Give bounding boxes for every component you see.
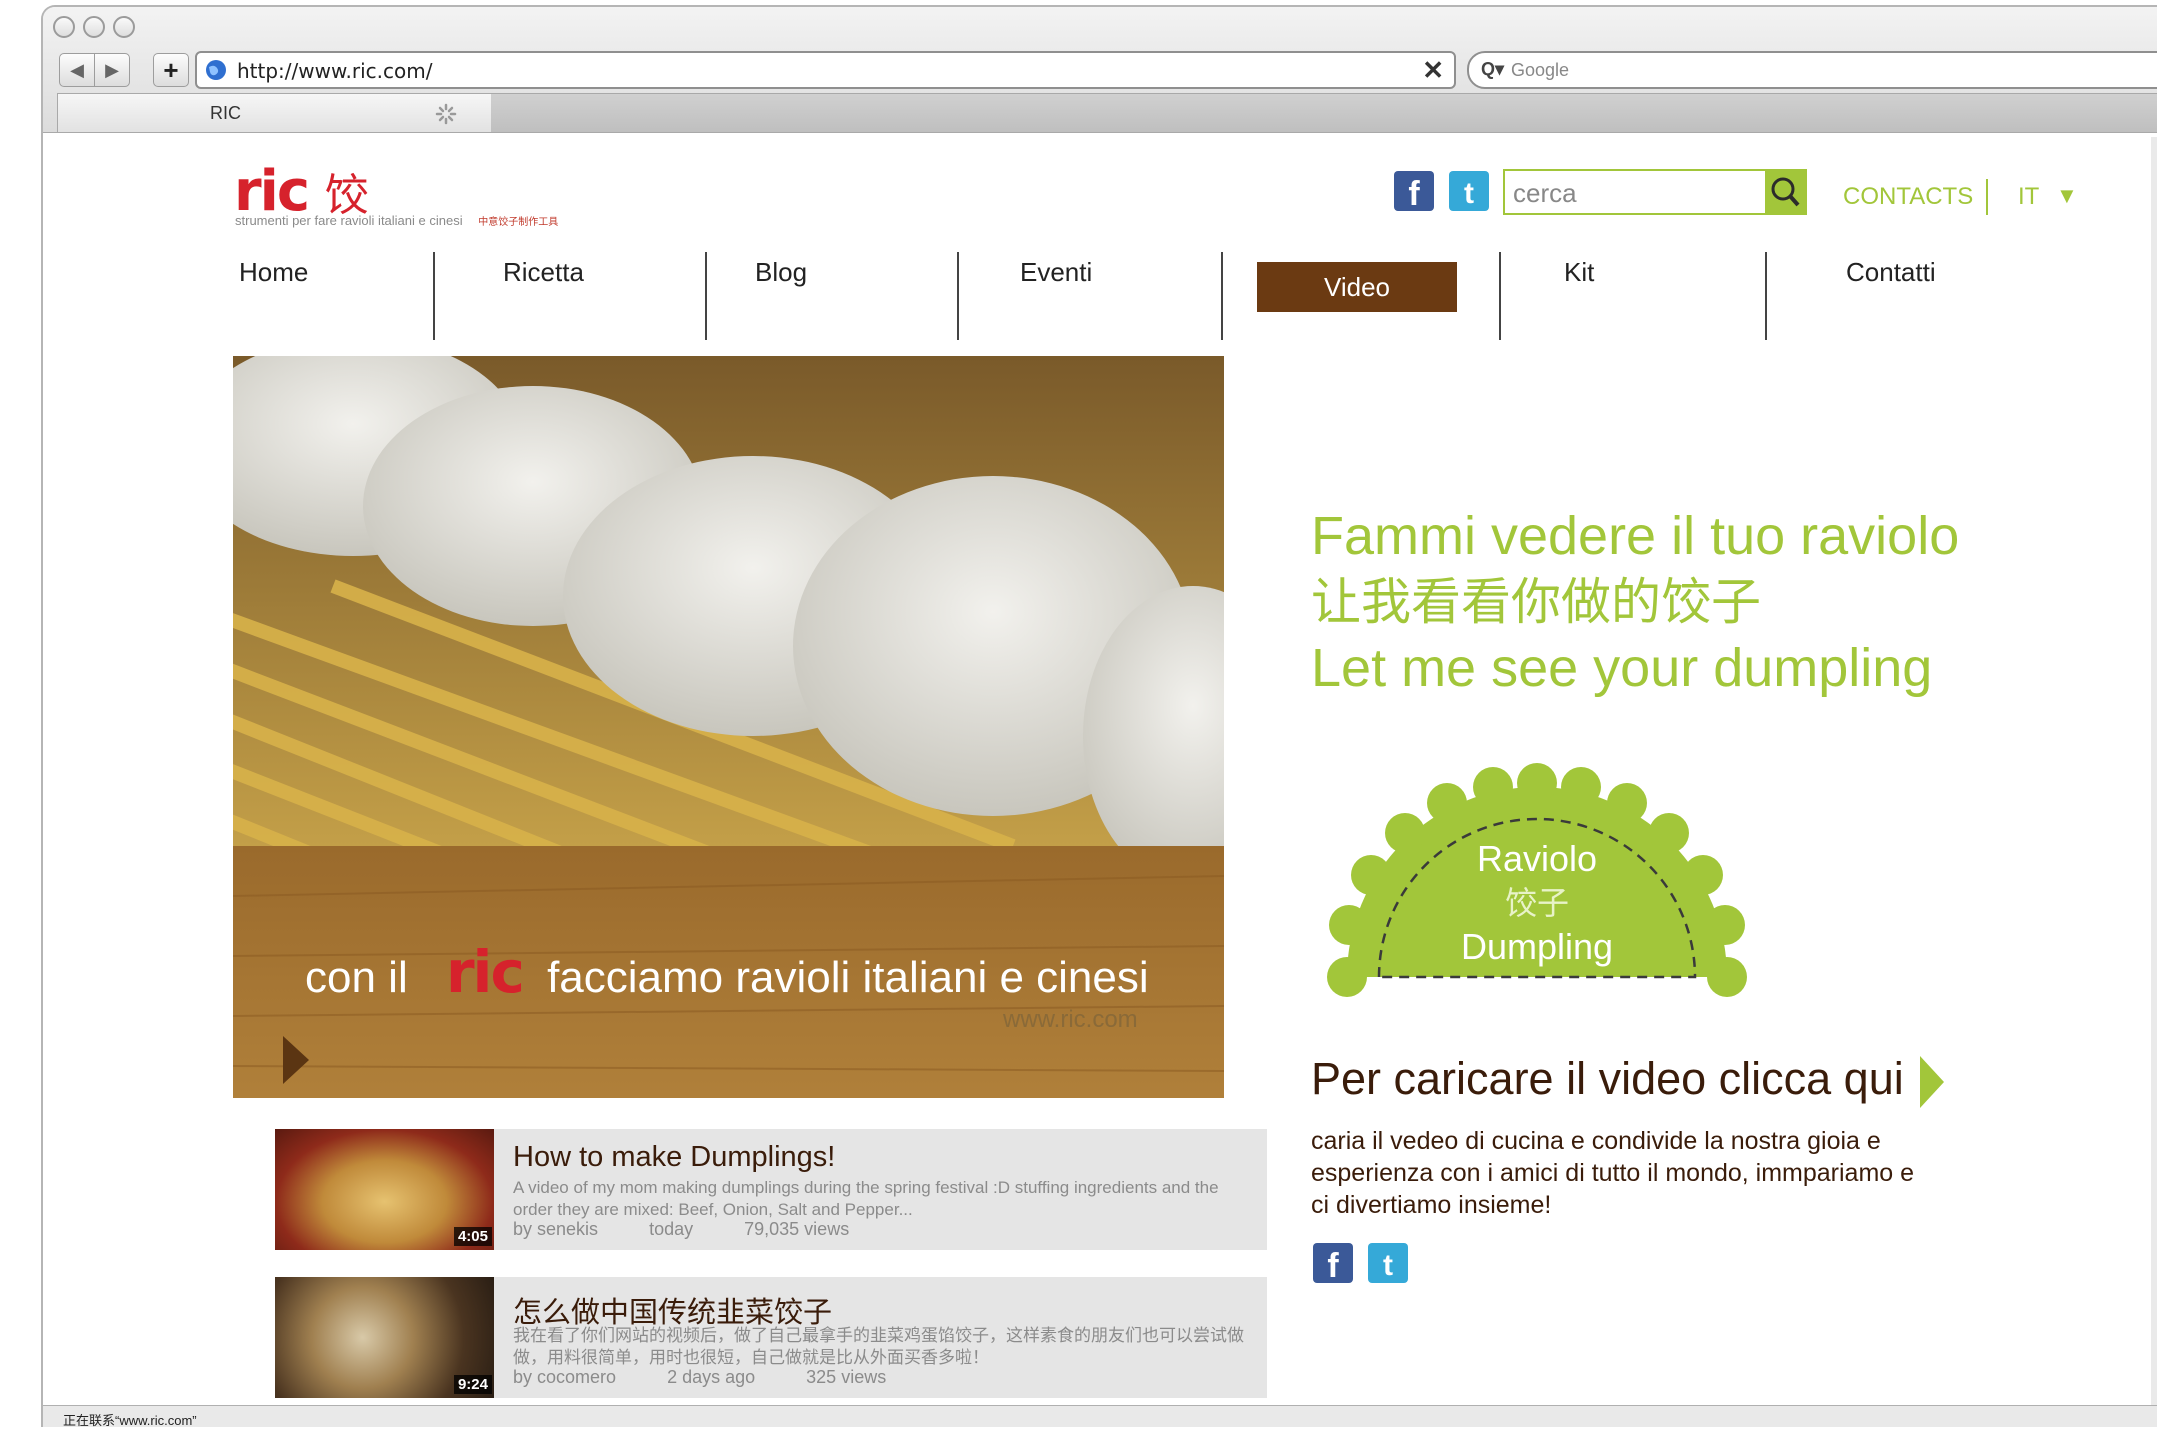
video-duration: 9:24: [453, 1375, 492, 1394]
hero-url: www.ric.com: [1003, 1006, 1138, 1033]
video-date: today: [649, 1219, 694, 1239]
back-button[interactable]: ◀: [59, 53, 95, 87]
zoom-window-button[interactable]: [113, 16, 135, 38]
nav-item-blog[interactable]: Blog: [755, 252, 807, 342]
upload-description: caria il vedeo di cucina e condivide la …: [1311, 1127, 1915, 1219]
nav-item-video[interactable]: Video: [1257, 262, 1457, 312]
badge-italian: Raviolo: [1476, 838, 1598, 879]
badge-chinese: 饺子: [1504, 884, 1569, 922]
badge-text: Raviolo 饺子 Dumpling: [1307, 837, 1767, 969]
site-search-placeholder: cerca: [1513, 178, 1577, 208]
upload-video-link[interactable]: Per caricare il video clicca qui: [1311, 1053, 1945, 1109]
video-thumbnail[interactable]: 9:24: [275, 1277, 494, 1398]
facebook-icon[interactable]: f: [1394, 171, 1434, 213]
forward-arrow-icon: ▶: [105, 60, 119, 80]
nav-separator: [1499, 252, 1501, 340]
address-bar[interactable]: http://www.ric.com/ ✕: [195, 51, 1456, 89]
tagline-it: strumenti per fare ravioli italiani e ci…: [235, 213, 463, 228]
loading-spinner-icon: [435, 103, 457, 125]
scrollbar[interactable]: [2151, 137, 2157, 1405]
badge-english: Dumpling: [1460, 926, 1614, 967]
forward-button[interactable]: ▶: [94, 53, 130, 87]
stop-loading-icon[interactable]: ✕: [1422, 55, 1444, 86]
video-date: 2 days ago: [667, 1367, 756, 1387]
nav-separator: [957, 252, 959, 340]
video-meta: by cocomero 2 days ago 325 views: [513, 1367, 932, 1388]
nav-separator: [705, 252, 707, 340]
nav-separator: [1765, 252, 1767, 340]
video-meta: by senekis today 79,035 views: [513, 1219, 895, 1240]
nav-item-contatti[interactable]: Contatti: [1846, 252, 1936, 342]
video-list-item[interactable]: 9:24 怎么做中国传统韭菜饺子 我在看了你们网站的视频后，做了自己最拿手的韭菜…: [275, 1277, 1267, 1398]
chevron-down-icon[interactable]: ▼: [2056, 183, 2078, 209]
headline-english: Let me see your dumpling: [1311, 638, 1933, 698]
search-icon: Q▾: [1481, 59, 1505, 79]
nav-item-video-label: Video: [1323, 272, 1391, 302]
url-text: http://www.ric.com/: [237, 59, 433, 83]
hero-caption-logo: ric: [445, 938, 525, 1006]
video-author[interactable]: by senekis: [513, 1219, 598, 1239]
video-description: A video of my mom making dumplings durin…: [513, 1178, 1219, 1219]
hero-video-player[interactable]: con il ric facciamo ravioli italiani e c…: [233, 356, 1224, 1098]
video-duration: 4:05: [453, 1227, 492, 1246]
headline-chinese: 让我看看你做的饺子: [1311, 573, 1761, 631]
raviolo-badge[interactable]: Raviolo 饺子 Dumpling: [1307, 745, 1767, 1000]
hero-caption-post: facciamo ravioli italiani e cinesi: [547, 953, 1149, 1002]
nav-item-home[interactable]: Home: [239, 252, 308, 342]
video-title[interactable]: How to make Dumplings!: [513, 1141, 835, 1174]
site-search-field[interactable]: cerca: [1503, 169, 1807, 215]
header-divider: [1986, 179, 1988, 215]
contacts-link[interactable]: CONTACTS: [1843, 183, 1973, 211]
video-views: 79,035 views: [744, 1219, 850, 1239]
twitter-icon[interactable]: t: [1368, 1243, 1408, 1283]
browser-window: ◀ ▶ + http://www.ric.com/ ✕ Q▾ Google RI…: [41, 5, 2157, 1427]
browser-search-placeholder: Google: [1511, 60, 1570, 80]
video-views: 325 views: [806, 1367, 887, 1387]
tagline: strumenti per fare ravioli italiani e ci…: [235, 213, 558, 228]
globe-icon: [206, 60, 226, 80]
tagline-cn: 中意饺子制作工具: [478, 217, 559, 228]
hero-caption: con il ric facciamo ravioli italiani e c…: [305, 938, 1149, 1006]
arrow-right-icon: [1920, 1056, 1945, 1109]
video-list-item[interactable]: 4:05 How to make Dumplings! A video of m…: [275, 1129, 1267, 1250]
language-selector[interactable]: IT: [2018, 183, 2039, 211]
play-icon[interactable]: [283, 1036, 309, 1084]
headline-italian: Fammi vedere il tuo raviolo: [1311, 506, 1960, 566]
video-description: 我在看了你们网站的视频后，做了自己最拿手的韭菜鸡蛋馅饺子，这样素食的朋友们也可以…: [513, 1326, 1244, 1368]
nav-item-ricetta[interactable]: Ricetta: [503, 252, 584, 342]
nav-item-kit[interactable]: Kit: [1564, 252, 1594, 342]
plus-icon: +: [163, 55, 179, 85]
tab-ric[interactable]: RIC: [57, 93, 492, 132]
tab-bar-empty: [491, 93, 2157, 132]
site-search-button[interactable]: [1765, 171, 1805, 213]
minimize-window-button[interactable]: [83, 16, 105, 38]
add-bookmark-button[interactable]: +: [153, 53, 189, 87]
nav-separator: [433, 252, 435, 340]
close-window-button[interactable]: [53, 16, 75, 38]
status-text: 正在联系“www.ric.com”: [63, 1413, 197, 1427]
upload-cta-text: Per caricare il video clicca qui: [1311, 1053, 1904, 1104]
browser-toolbar: ◀ ▶ + http://www.ric.com/ ✕ Q▾ Google RI…: [43, 7, 2157, 133]
hero-caption-pre: con il: [305, 953, 408, 1002]
tab-title: RIC: [210, 103, 241, 123]
nav-item-eventi[interactable]: Eventi: [1020, 252, 1092, 342]
status-bar: 正在联系“www.ric.com”: [43, 1405, 2157, 1427]
browser-search-field[interactable]: Q▾ Google: [1467, 51, 2157, 89]
twitter-icon[interactable]: t: [1449, 171, 1489, 211]
video-author[interactable]: by cocomero: [513, 1367, 616, 1387]
video-thumbnail[interactable]: 4:05: [275, 1129, 494, 1250]
facebook-icon[interactable]: f: [1313, 1243, 1353, 1285]
nav-separator: [1221, 252, 1223, 340]
magnifier-icon: [1771, 177, 1800, 207]
back-arrow-icon: ◀: [70, 60, 84, 80]
sidebar-headline: Fammi vedere il tuo raviolo 让我看看你做的饺子 Le…: [1311, 503, 1959, 701]
